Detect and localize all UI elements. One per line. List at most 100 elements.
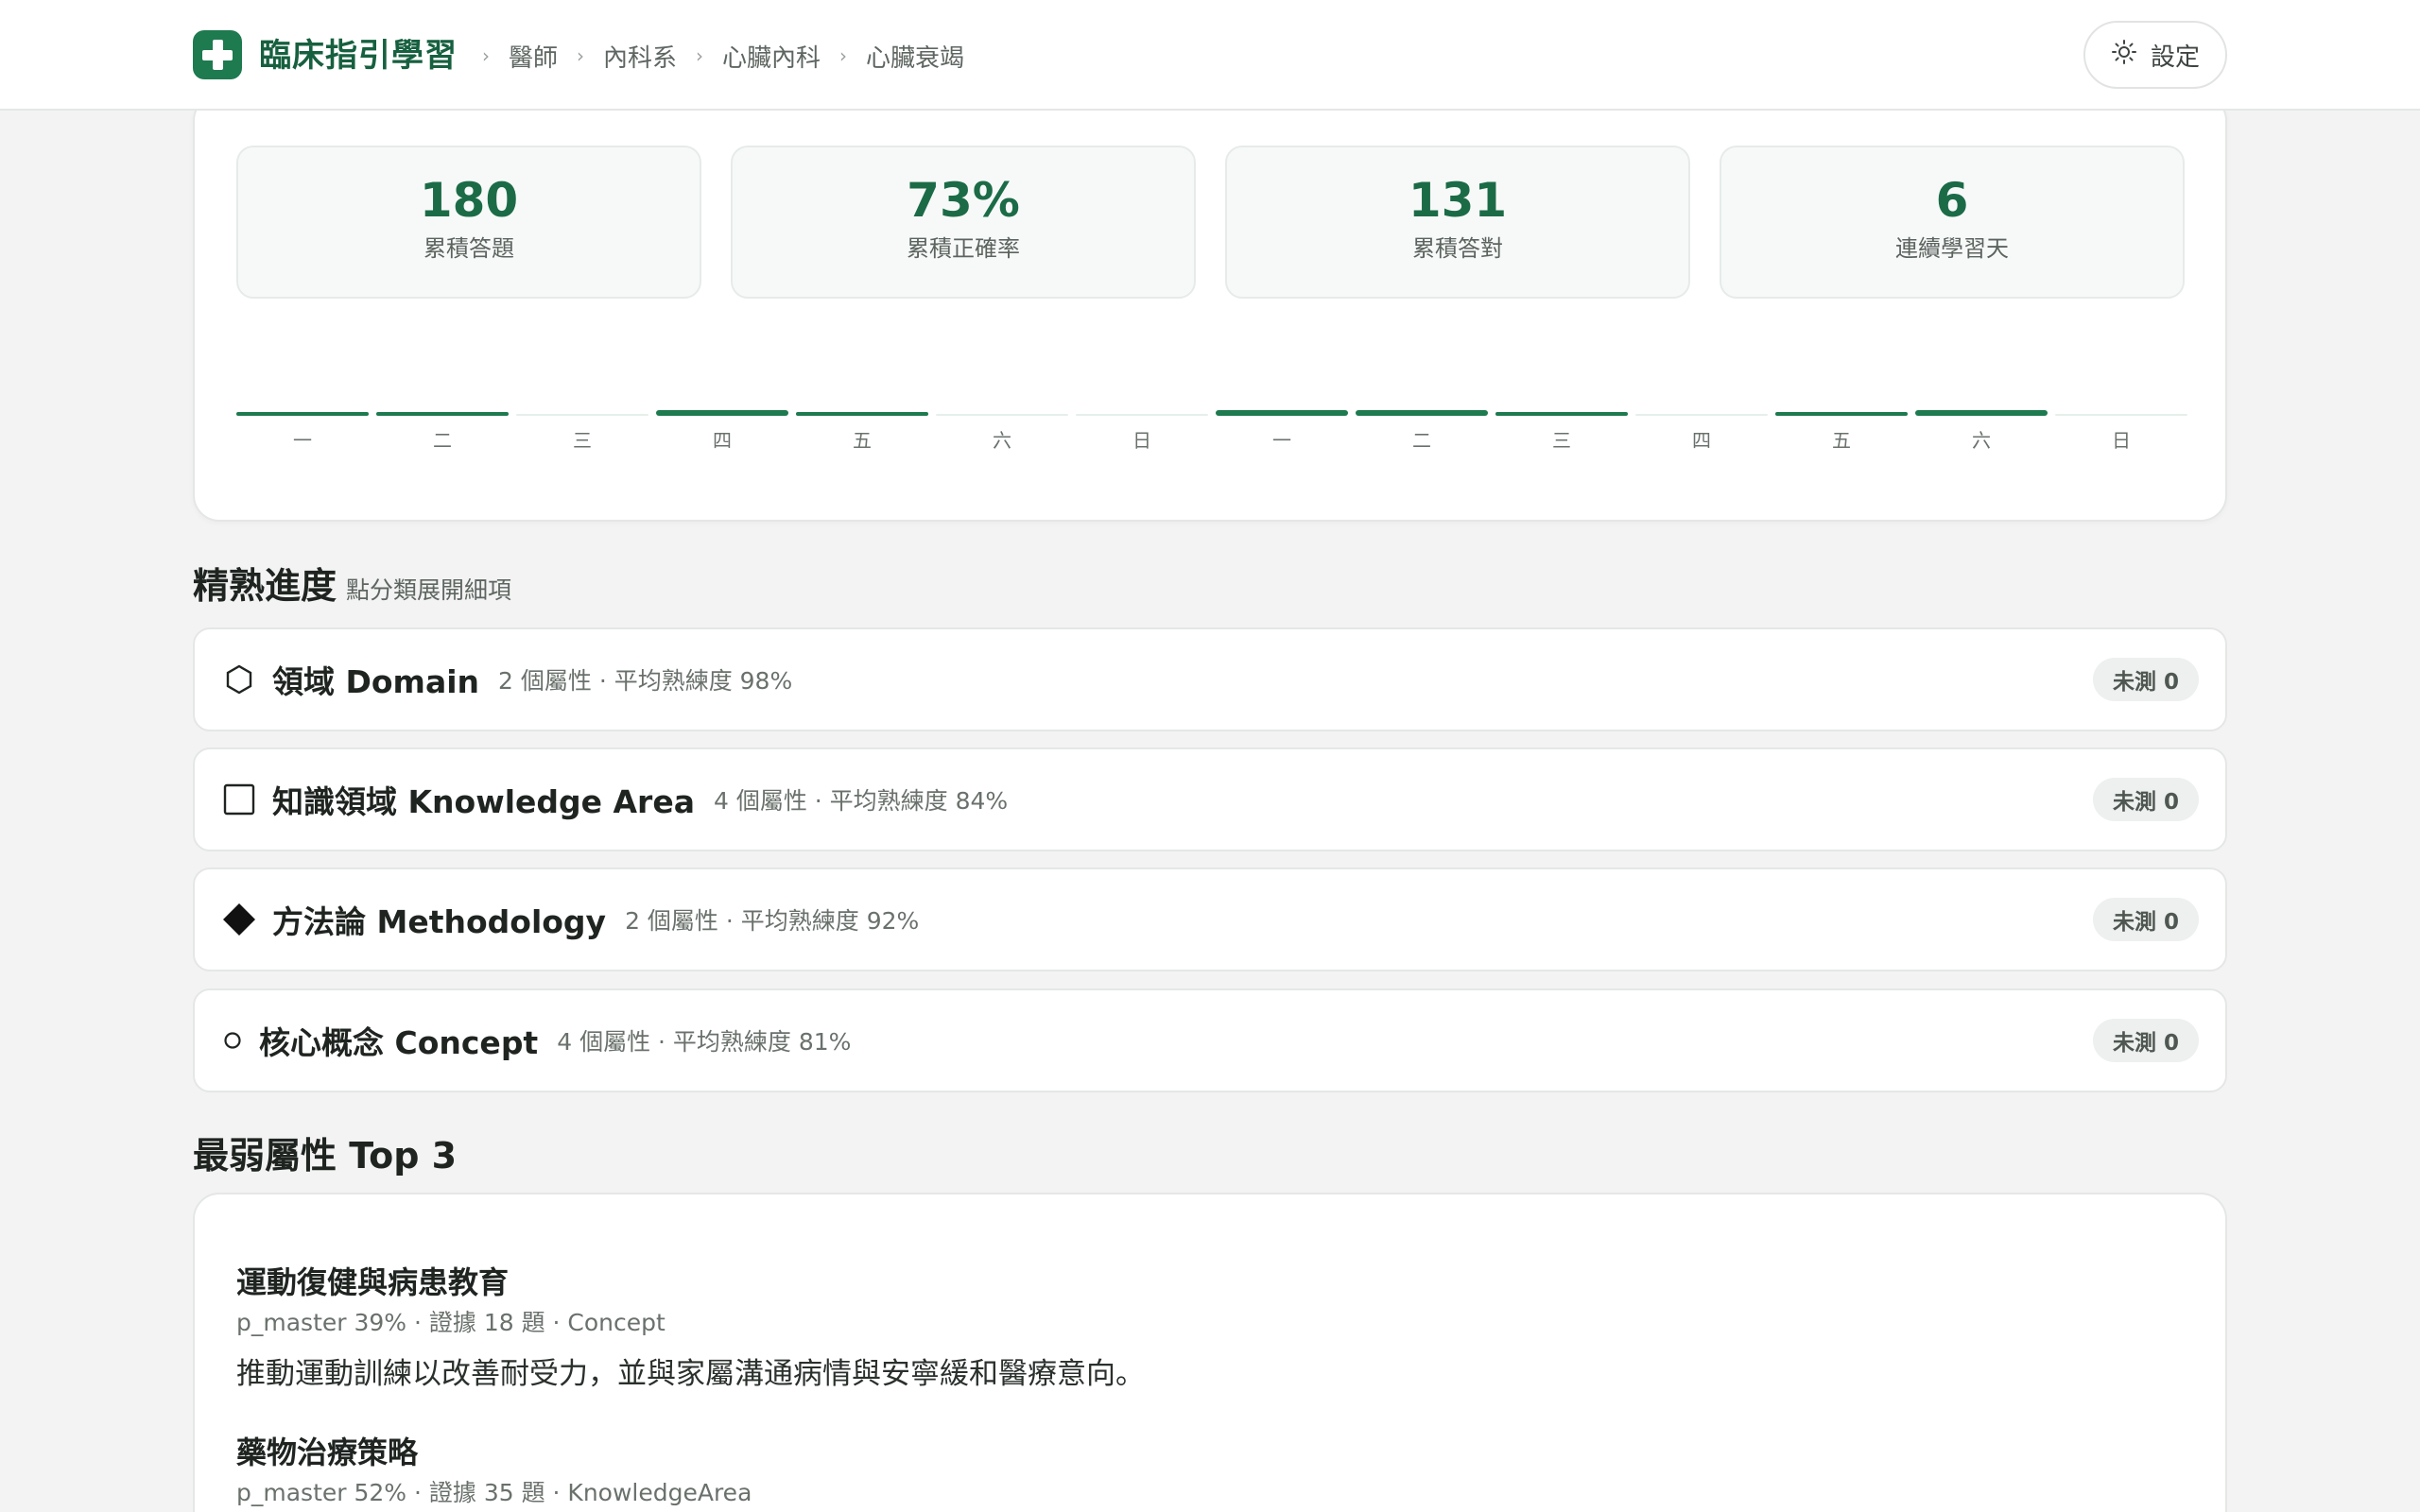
chart-day-slot: 二 [376,408,509,493]
mastery-row-title: 核心概念 Concept [259,1024,539,1061]
chart-bar [796,412,928,416]
chart-day-label: 一 [293,429,312,452]
mastery-row-methodology[interactable]: 方法論 Methodology 2 個屬性 · 平均熟練度 92% 未測 0 [193,868,2227,971]
chart-bar [1775,412,1908,416]
chart-bar [1076,414,1208,416]
settings-button[interactable]: 設定 [2083,21,2227,89]
chevron-right-icon: › [577,44,585,67]
chart-day-slot: 三 [1495,408,1628,493]
chart-day-slot: 四 [1635,408,1768,493]
chart-day-slot: 五 [1775,408,1908,493]
chart-day-label: 四 [713,429,732,452]
weak-attribute-item[interactable]: 運動復健與病患教育 p_master 39% · 證據 18 題 · Conce… [236,1261,1145,1400]
chart-bar [936,414,1068,416]
chart-day-label: 六 [1972,429,1991,452]
mastery-row-meta: 4 個屬性 · 平均熟練度 81% [557,1028,852,1056]
untested-badge: 未測 0 [2093,898,2199,941]
mastery-row-meta: 2 個屬性 · 平均熟練度 92% [625,907,920,935]
breadcrumb: › 醫師 › 內科系 › 心臟內科 › 心臟衰竭 [463,34,964,77]
chart-day-slot: 五 [796,408,928,493]
mastery-row-title: 方法論 Methodology [272,903,607,940]
chart-bar [236,412,369,416]
weak-attribute-description: 推動運動訓練以改善耐受力，並與家屬溝通病情與安寧緩和醫療意向。 [236,1357,1145,1391]
chart-day-label: 二 [1412,429,1431,452]
mastery-row-meta: 2 個屬性 · 平均熟練度 98% [498,667,793,695]
chart-bar [1216,410,1348,416]
chevron-right-icon: › [482,44,490,67]
chart-bar [1635,414,1768,416]
mastery-title: 精熟進度 [193,565,337,607]
chart-day-slot: 六 [936,408,1068,493]
settings-label: 設定 [2150,43,2200,72]
chart-bar [1915,410,2048,416]
hexagon-icon [223,663,255,696]
stat-label: 連續學習天 [1895,235,2009,262]
top-bar: 臨床指引學習 › 醫師 › 內科系 › 心臟內科 › 心臟衰竭 設定 [0,0,2420,111]
stat-label: 累積答題 [424,235,514,262]
chart-day-label: 三 [573,429,592,452]
mastery-row-title: 領域 Domain [272,663,480,700]
stat-value: 73% [907,173,1020,228]
weak-attribute-meta: p_master 52% · 證據 35 題 · KnowledgeArea [236,1479,752,1506]
untested-badge: 未測 0 [2093,778,2199,821]
chart-day-slot: 三 [516,408,648,493]
chart-day-label: 一 [1272,429,1291,452]
square-icon [223,783,255,816]
chart-bar [1356,410,1488,416]
stat-total-answered: 180 累積答題 [236,146,701,299]
untested-badge: 未測 0 [2093,658,2199,701]
mastery-subtitle: 點分類展開細項 [346,576,512,604]
breadcrumb-item[interactable]: 醫師 [509,39,558,74]
mastery-row-title: 知識領域 Knowledge Area [272,783,695,820]
mastery-section-title: 精熟進度 點分類展開細項 [193,559,511,612]
stat-value: 131 [1408,173,1508,228]
mastery-row-domain[interactable]: 領域 Domain 2 個屬性 · 平均熟練度 98% 未測 0 [193,627,2227,731]
chart-day-slot: 一 [1216,408,1348,493]
diamond-icon [223,903,255,936]
chart-day-slot: 日 [1076,408,1208,493]
stat-value: 180 [419,173,519,228]
breadcrumb-item[interactable]: 內科系 [603,39,677,74]
circle-icon [223,1024,242,1057]
breadcrumb-item[interactable]: 心臟內科 [722,39,821,74]
mastery-row-meta: 4 個屬性 · 平均熟練度 84% [713,787,1009,815]
chart-day-label: 四 [1692,429,1711,452]
weak-attribute-item[interactable]: 藥物治療策略 p_master 52% · 證據 35 題 · Knowledg… [236,1431,752,1512]
chevron-right-icon: › [696,44,704,67]
weak-attribute-meta: p_master 39% · 證據 18 題 · Concept [236,1309,666,1336]
chart-bar [656,410,788,416]
stat-streak-days: 6 連續學習天 [1720,146,2185,299]
stat-label: 累積正確率 [907,235,1020,262]
medical-cross-icon[interactable] [193,30,242,79]
weak-attribute-name: 運動復健與病患教育 [236,1264,510,1300]
untested-badge: 未測 0 [2093,1019,2199,1062]
breadcrumb-item-current[interactable]: 心臟衰竭 [866,39,964,74]
daily-activity-chart: 一二三四五六日一二三四五六日 [236,408,2187,493]
chart-day-label: 日 [1132,429,1151,452]
weakest-section-title: 最弱屬性 Top 3 [193,1135,458,1177]
stat-label: 累積答對 [1412,235,1503,262]
chart-day-slot: 日 [2055,408,2187,493]
chart-bar [516,414,648,416]
chart-day-slot: 一 [236,408,369,493]
mastery-row-concept[interactable]: 核心概念 Concept 4 個屬性 · 平均熟練度 81% 未測 0 [193,988,2227,1092]
stats-card: 180 累積答題 73% 累積正確率 131 累積答對 6 連續學習天 一 二 三 四… [193,94,2227,522]
stat-value: 6 [1935,173,1969,228]
chart-day-label: 六 [993,429,1011,452]
chart-day-label: 五 [1832,429,1851,452]
chart-bar [2055,414,2187,416]
chart-day-label: 三 [1552,429,1571,452]
weakest-card: 運動復健與病患教育 p_master 39% · 證據 18 題 · Conce… [193,1193,2227,1512]
chart-day-slot: 二 [1356,408,1488,493]
chart-day-slot: 四 [656,408,788,493]
chart-day-label: 日 [2112,429,2131,452]
stat-accuracy: 73% 累積正確率 [731,146,1196,299]
weak-attribute-name: 藥物治療策略 [236,1435,419,1470]
app-title[interactable]: 臨床指引學習 [259,34,458,77]
chevron-right-icon: › [839,44,848,67]
mastery-row-knowledge-area[interactable]: 知識領域 Knowledge Area 4 個屬性 · 平均熟練度 84% 未測… [193,747,2227,851]
chart-day-slot: 六 [1915,408,2048,493]
chart-day-label: 二 [433,429,452,452]
chart-bar [1495,412,1628,416]
stat-total-correct: 131 累積答對 [1225,146,1690,299]
